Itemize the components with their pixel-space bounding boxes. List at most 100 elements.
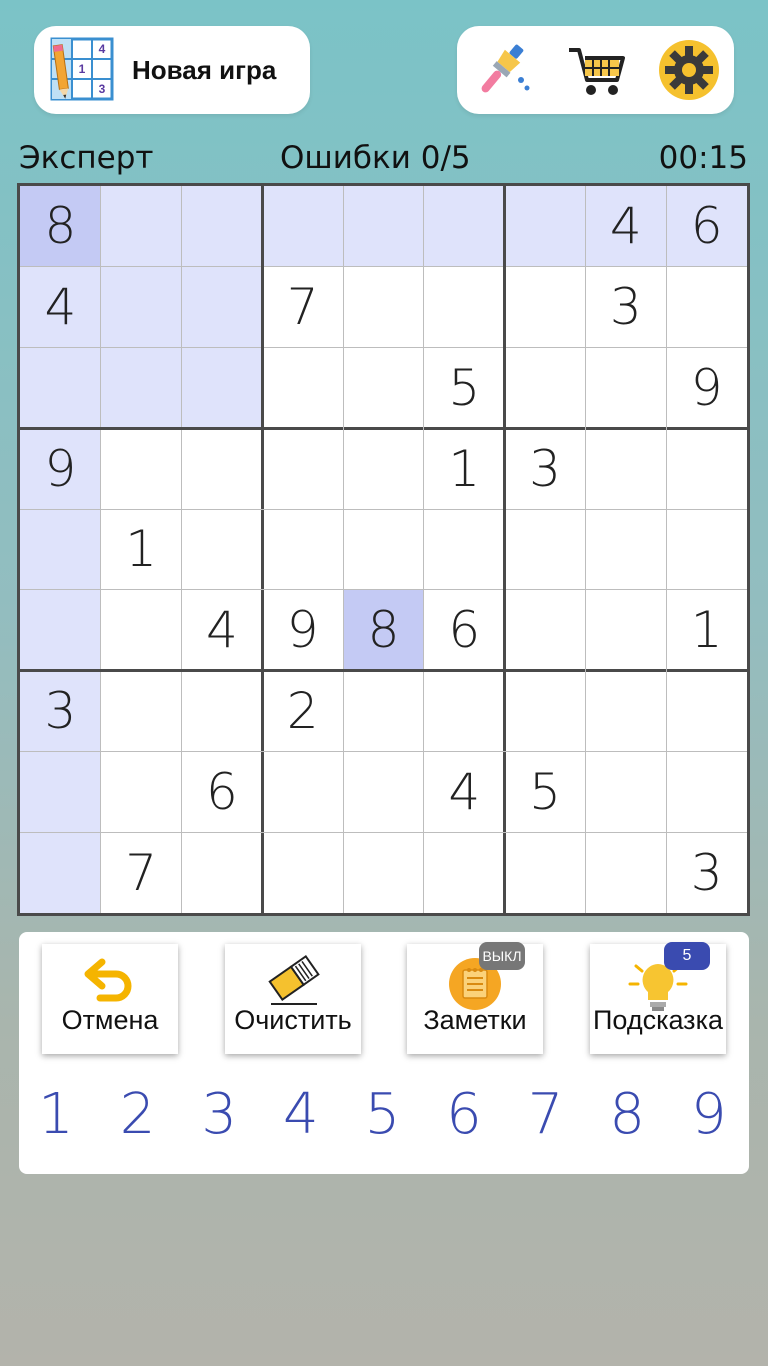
sudoku-cell[interactable] — [585, 509, 666, 590]
sudoku-cell[interactable] — [585, 590, 666, 671]
sudoku-cell[interactable] — [343, 671, 424, 752]
sudoku-cell[interactable] — [505, 590, 586, 671]
sudoku-cell[interactable]: 4 — [182, 590, 263, 671]
sudoku-cell[interactable]: 5 — [505, 751, 586, 832]
sudoku-cell[interactable] — [585, 428, 666, 509]
number-key-5[interactable]: 5 — [352, 1080, 412, 1150]
sudoku-cell[interactable] — [262, 509, 343, 590]
sudoku-cell[interactable] — [181, 347, 263, 429]
sudoku-cell[interactable] — [182, 428, 263, 509]
sudoku-cell[interactable]: 7 — [101, 832, 182, 913]
sudoku-cell[interactable] — [262, 832, 343, 913]
sudoku-cell[interactable] — [505, 509, 586, 590]
sudoku-cell[interactable] — [343, 509, 424, 590]
new-game-button[interactable]: 4 1 3 Новая игра — [34, 26, 310, 114]
number-key-8[interactable]: 8 — [597, 1080, 657, 1150]
sudoku-cell[interactable] — [343, 428, 424, 509]
sudoku-cell[interactable] — [505, 267, 586, 348]
sudoku-cell[interactable] — [343, 267, 424, 348]
sudoku-cell[interactable] — [585, 751, 666, 832]
sudoku-cell[interactable]: 8 — [20, 186, 101, 267]
undo-button[interactable]: Отмена — [42, 944, 178, 1054]
sudoku-cell[interactable] — [343, 832, 424, 913]
sudoku-cell[interactable] — [666, 428, 747, 509]
erase-button[interactable]: Очистить — [225, 944, 361, 1054]
number-key-1[interactable]: 1 — [26, 1080, 86, 1150]
gear-icon[interactable] — [657, 38, 721, 102]
sudoku-cell[interactable] — [101, 428, 182, 509]
sudoku-cell[interactable] — [666, 509, 747, 590]
sudoku-cell[interactable] — [101, 671, 182, 752]
sudoku-cell[interactable] — [424, 671, 505, 752]
sudoku-cell[interactable] — [181, 186, 263, 267]
sudoku-cell[interactable] — [424, 832, 505, 913]
sudoku-cell[interactable]: 4 — [585, 186, 667, 267]
paint-brush-icon[interactable] — [469, 38, 533, 102]
sudoku-cell[interactable] — [182, 832, 263, 913]
notes-button[interactable]: ВЫКЛ Заметки — [407, 942, 543, 1054]
sudoku-cell[interactable]: 5 — [424, 348, 505, 429]
sudoku-cell[interactable] — [20, 832, 101, 913]
sudoku-cell[interactable] — [505, 671, 586, 752]
sudoku-cell[interactable]: 2 — [262, 671, 343, 752]
sudoku-cell[interactable]: 6 — [666, 186, 747, 267]
sudoku-cell[interactable] — [20, 509, 101, 590]
sudoku-cell[interactable] — [666, 267, 747, 348]
sudoku-cell[interactable]: 6 — [424, 590, 505, 671]
number-key-2[interactable]: 2 — [108, 1080, 168, 1150]
number-key-9[interactable]: 9 — [679, 1080, 739, 1150]
sudoku-cell[interactable] — [343, 751, 424, 832]
sudoku-cell[interactable] — [100, 347, 182, 429]
sudoku-cell[interactable]: 4 — [424, 751, 505, 832]
grid-line — [20, 669, 747, 673]
sudoku-cell[interactable] — [100, 186, 182, 267]
sudoku-cell[interactable] — [585, 348, 666, 429]
sudoku-cell[interactable] — [666, 751, 747, 832]
grid-line — [584, 186, 586, 913]
sudoku-cell[interactable] — [181, 266, 263, 348]
number-key-6[interactable]: 6 — [434, 1080, 494, 1150]
sudoku-cell[interactable] — [101, 590, 182, 671]
sudoku-cell[interactable] — [504, 186, 586, 267]
sudoku-cell[interactable] — [343, 348, 424, 429]
sudoku-cell[interactable] — [262, 186, 344, 267]
sudoku-cell[interactable] — [505, 348, 586, 429]
sudoku-cell[interactable] — [182, 509, 263, 590]
sudoku-cell[interactable] — [343, 186, 424, 267]
sudoku-cell[interactable]: 9 — [20, 428, 101, 510]
sudoku-cell[interactable] — [585, 671, 666, 752]
sudoku-cell[interactable]: 3 — [505, 428, 586, 509]
sudoku-cell[interactable] — [585, 832, 666, 913]
shopping-cart-icon[interactable] — [565, 38, 629, 102]
sudoku-cell[interactable]: 9 — [262, 590, 343, 671]
sudoku-cell[interactable] — [101, 751, 182, 832]
sudoku-cell[interactable] — [424, 509, 505, 590]
sudoku-cell[interactable]: 9 — [666, 348, 747, 429]
sudoku-cell[interactable]: 8 — [343, 589, 424, 671]
sudoku-cell[interactable] — [262, 751, 343, 832]
sudoku-cell[interactable] — [666, 671, 747, 752]
sudoku-cell[interactable] — [20, 347, 101, 429]
number-key-7[interactable]: 7 — [516, 1080, 576, 1150]
sudoku-cell[interactable]: 3 — [666, 832, 747, 913]
sudoku-cell[interactable] — [182, 671, 263, 752]
sudoku-cell[interactable] — [20, 589, 101, 671]
sudoku-cell[interactable]: 3 — [585, 267, 666, 348]
sudoku-cell[interactable]: 7 — [262, 267, 343, 348]
sudoku-cell[interactable] — [262, 428, 343, 509]
sudoku-cell[interactable]: 1 — [424, 428, 505, 509]
sudoku-cell[interactable]: 4 — [20, 266, 101, 348]
sudoku-cell[interactable] — [424, 267, 505, 348]
sudoku-cell[interactable]: 1 — [101, 509, 182, 590]
sudoku-cell[interactable] — [423, 186, 505, 267]
number-key-3[interactable]: 3 — [189, 1080, 249, 1150]
sudoku-cell[interactable] — [262, 348, 343, 429]
sudoku-cell[interactable] — [20, 751, 101, 833]
sudoku-cell[interactable]: 3 — [20, 670, 101, 752]
sudoku-cell[interactable]: 1 — [666, 590, 747, 671]
hint-button[interactable]: 5 Подсказка — [590, 942, 726, 1054]
sudoku-cell[interactable] — [505, 832, 586, 913]
number-key-4[interactable]: 4 — [271, 1080, 331, 1150]
sudoku-cell[interactable] — [100, 266, 182, 348]
sudoku-cell[interactable]: 6 — [182, 751, 263, 832]
